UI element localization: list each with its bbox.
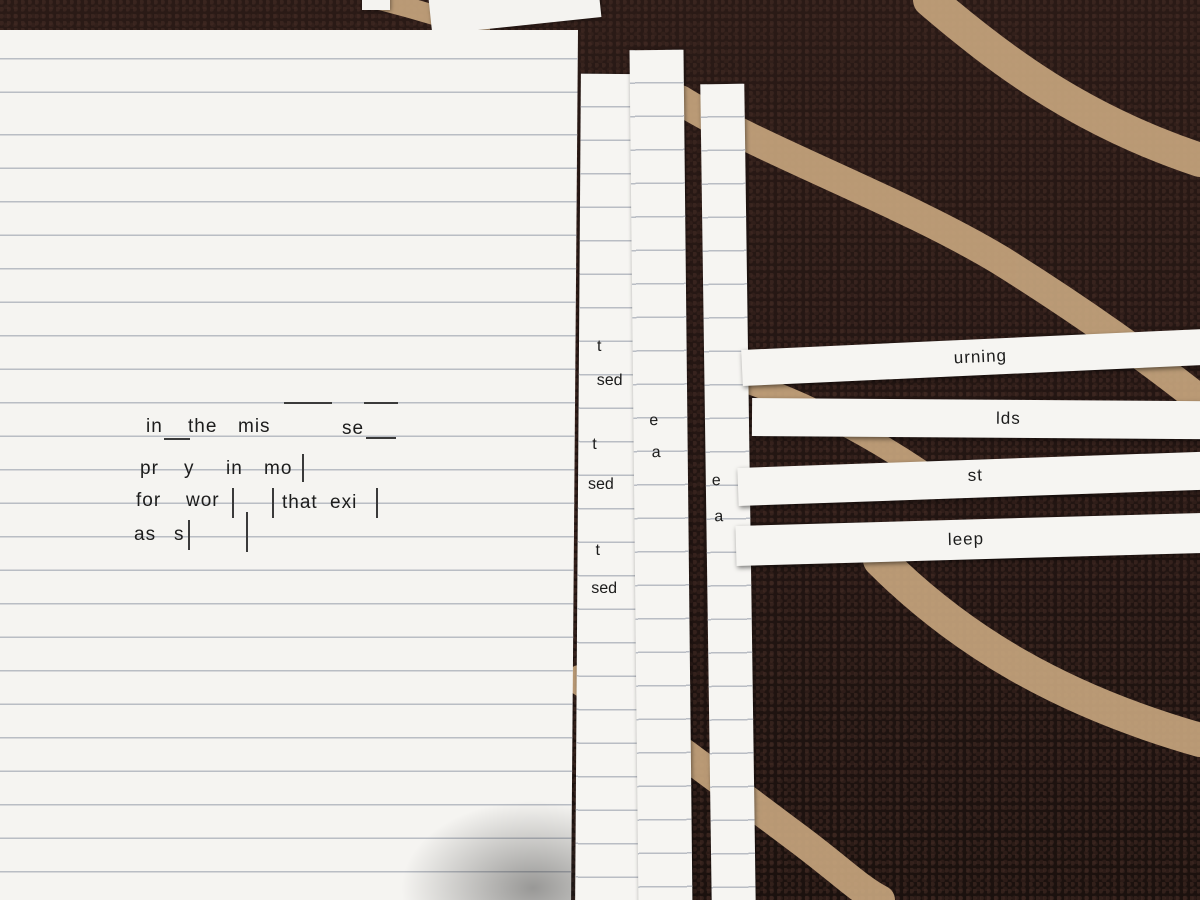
strip-letter: t bbox=[592, 435, 597, 453]
strip-word: st bbox=[967, 465, 984, 485]
poem-word: exi bbox=[330, 492, 358, 513]
strip-letter: sed bbox=[587, 475, 614, 493]
poem-word: in bbox=[226, 458, 243, 479]
poem-word: that bbox=[282, 492, 318, 513]
strip-letter: t bbox=[596, 337, 602, 355]
horizontal-strip-2: lds bbox=[751, 398, 1200, 440]
poem-word: mo bbox=[264, 458, 293, 479]
strip-letter: sed bbox=[596, 371, 623, 390]
cut-mark bbox=[364, 402, 398, 404]
cut-mark bbox=[246, 512, 248, 552]
poem-word: wor bbox=[186, 490, 220, 511]
strip-word: lds bbox=[995, 408, 1021, 428]
cut-mark bbox=[302, 454, 304, 482]
poem-word: y bbox=[184, 458, 195, 479]
poem-word: se bbox=[342, 418, 365, 439]
strip-letter: t bbox=[595, 541, 601, 559]
poem-word: mis bbox=[238, 416, 271, 437]
strip-letter: sed bbox=[591, 579, 618, 598]
cut-mark bbox=[164, 438, 190, 440]
cut-mark bbox=[366, 437, 396, 439]
poem-word: as bbox=[134, 524, 157, 545]
strip-letter: a bbox=[651, 444, 661, 462]
strip-letter: e bbox=[649, 412, 659, 430]
strip-word: urning bbox=[953, 345, 1008, 368]
paper-scrap-top-small bbox=[362, 0, 390, 10]
poem-word: pr bbox=[140, 458, 159, 479]
strip-letter: e bbox=[711, 472, 721, 490]
cut-mark bbox=[284, 402, 332, 404]
cut-mark bbox=[272, 488, 274, 518]
notebook-sheet: in the mis se pr y in mo for wor that ex… bbox=[0, 30, 578, 900]
poem-word: the bbox=[188, 416, 218, 437]
poem-word: s bbox=[174, 524, 185, 545]
vertical-strip-2: e a bbox=[629, 49, 693, 900]
strip-letter: a bbox=[714, 508, 724, 526]
cut-mark bbox=[376, 488, 378, 518]
cut-mark bbox=[188, 520, 190, 550]
shadow bbox=[400, 800, 590, 900]
cut-mark bbox=[232, 488, 234, 518]
poem-word: for bbox=[136, 490, 162, 511]
poem-word: in bbox=[146, 416, 163, 437]
strip-word: leep bbox=[947, 529, 985, 550]
